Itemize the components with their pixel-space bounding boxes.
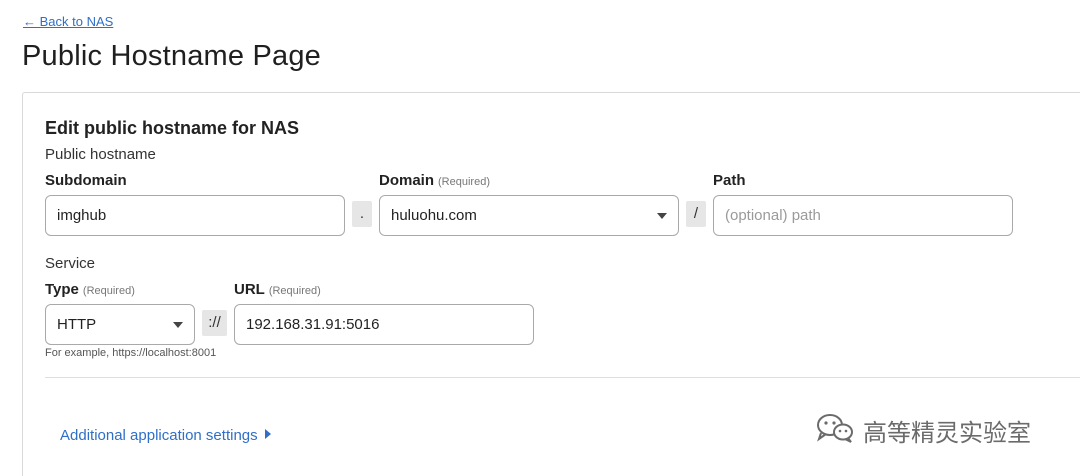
- domain-select[interactable]: huluohu.com: [379, 195, 679, 236]
- chevron-down-icon: [173, 322, 183, 328]
- service-label: Service: [45, 255, 96, 272]
- url-required-note: (Required): [268, 285, 321, 297]
- url-label: URL (Required): [234, 281, 321, 298]
- back-to-nas-link[interactable]: ← Back to NAS: [23, 14, 113, 29]
- page-title: Public Hostname Page: [22, 40, 321, 72]
- type-label: Type (Required): [45, 281, 135, 298]
- subdomain-input[interactable]: imghub: [45, 195, 345, 236]
- domain-required-note: (Required): [438, 176, 490, 188]
- slash-separator: /: [686, 201, 706, 227]
- url-input[interactable]: 192.168.31.91:5016: [234, 304, 534, 345]
- type-required-note: (Required): [82, 285, 135, 297]
- domain-label: Domain (Required): [379, 172, 490, 189]
- type-select[interactable]: HTTP: [45, 304, 195, 345]
- additional-settings-link[interactable]: Additional application settings: [60, 427, 271, 444]
- type-select-value: HTTP: [57, 316, 97, 333]
- path-input[interactable]: (optional) path: [713, 195, 1013, 236]
- subdomain-label: Subdomain: [45, 172, 127, 189]
- wechat-icon: [815, 412, 855, 449]
- section-title: Edit public hostname for NAS: [45, 118, 300, 138]
- scheme-separator: ://: [202, 310, 227, 336]
- domain-select-value: huluohu.com: [391, 207, 477, 224]
- path-label: Path: [713, 172, 746, 189]
- dot-separator: .: [352, 201, 372, 227]
- caret-right-icon: [264, 429, 271, 439]
- watermark-text: 高等精灵实验室: [863, 419, 1031, 447]
- public-hostname-label: Public hostname: [45, 146, 156, 163]
- watermark: 高等精灵实验室: [815, 412, 1031, 449]
- chevron-down-icon: [657, 213, 667, 219]
- url-hint: For example, https://localhost:8001: [45, 347, 217, 359]
- divider: [45, 377, 1080, 378]
